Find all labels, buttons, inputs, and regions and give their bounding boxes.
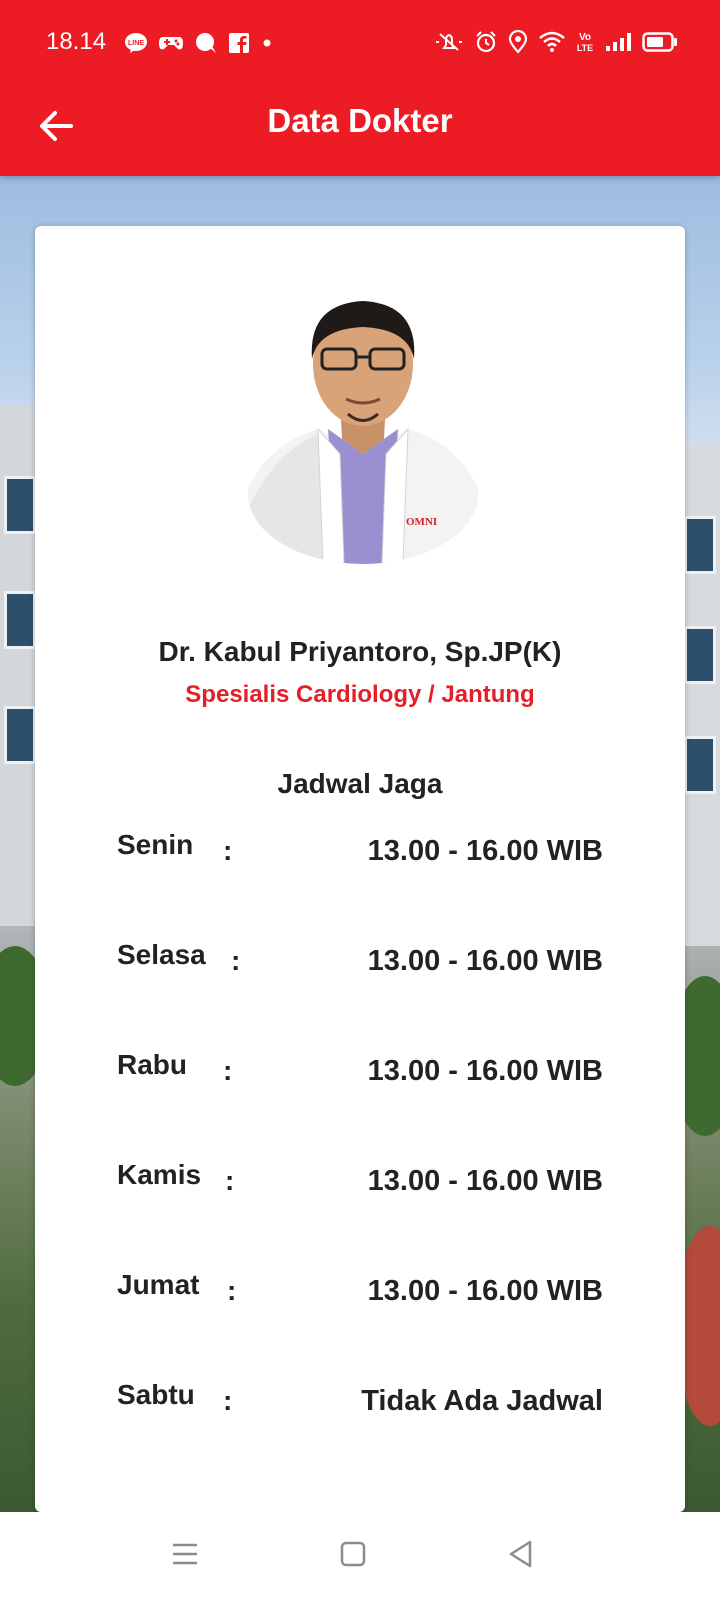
svg-text:Vo: Vo bbox=[579, 32, 591, 43]
schedule-day: Senin bbox=[117, 829, 194, 860]
schedule-row-rabu: Rabu : 13.00 - 16.00 WIB bbox=[35, 1049, 685, 1109]
notification-icons: LINE bbox=[124, 32, 274, 54]
schedule-separator: : bbox=[223, 1385, 233, 1416]
top-bar: 18.14 LINE Vo LTE Data Dokter bbox=[0, 0, 720, 176]
schedule-day: Jumat bbox=[117, 1269, 200, 1300]
schedule-day: Sabtu bbox=[117, 1379, 195, 1410]
window bbox=[4, 476, 36, 534]
system-icons: Vo LTE bbox=[434, 30, 678, 54]
building-left bbox=[0, 406, 40, 926]
schedule-row-selasa: Selasa : 13.00 - 16.00 WIB bbox=[35, 939, 685, 999]
wifi-icon bbox=[538, 31, 566, 53]
location-icon bbox=[508, 30, 528, 54]
schedule-separator: : bbox=[223, 1055, 233, 1086]
schedule-day: Selasa bbox=[117, 939, 206, 970]
schedule-separator: : bbox=[227, 1275, 237, 1306]
battery-icon bbox=[642, 31, 678, 53]
menu-icon bbox=[171, 1541, 199, 1572]
status-bar: 18.14 LINE Vo LTE bbox=[0, 0, 720, 88]
schedule-hours: 13.00 - 16.00 WIB bbox=[367, 835, 603, 867]
building-right bbox=[680, 446, 720, 946]
schedule-row-jumat: Jumat : 13.00 - 16.00 WIB bbox=[35, 1269, 685, 1329]
window bbox=[684, 626, 716, 684]
window bbox=[4, 591, 36, 649]
system-back-button[interactable] bbox=[503, 1538, 539, 1574]
schedule-row-senin: Senin : 13.00 - 16.00 WIB bbox=[35, 829, 685, 889]
signal-icon bbox=[604, 31, 632, 53]
dot-icon bbox=[260, 38, 274, 48]
recent-apps-button[interactable] bbox=[167, 1538, 203, 1574]
window bbox=[684, 516, 716, 574]
window bbox=[4, 706, 36, 764]
schedule-hours: 13.00 - 16.00 WIB bbox=[367, 1165, 603, 1197]
schedule-separator: : bbox=[225, 1165, 235, 1196]
schedule-separator: : bbox=[231, 945, 241, 976]
svg-text:LINE: LINE bbox=[128, 40, 144, 47]
schedule-hours: Tidak Ada Jadwal bbox=[361, 1385, 603, 1417]
schedule-separator: : bbox=[223, 835, 233, 866]
doctor-photo: OMNI bbox=[248, 279, 478, 564]
volte-icon: Vo LTE bbox=[576, 30, 594, 54]
schedule-day: Rabu bbox=[117, 1049, 187, 1080]
schedule-hours: 13.00 - 16.00 WIB bbox=[367, 945, 603, 977]
alarm-icon bbox=[474, 30, 498, 54]
back-triangle-icon bbox=[507, 1539, 535, 1574]
page-title: Data Dokter bbox=[267, 102, 453, 139]
schedule-title: Jadwal Jaga bbox=[277, 768, 443, 799]
doctor-card: OMNI Dr. Kabul Priyantoro, Sp.JP(K) Spes… bbox=[35, 226, 685, 1512]
mute-icon bbox=[434, 30, 464, 54]
home-square-icon bbox=[339, 1540, 367, 1573]
app-bar: Data Dokter bbox=[0, 88, 720, 176]
chat-bubble-icon bbox=[194, 32, 218, 54]
svg-text:LTE: LTE bbox=[577, 43, 593, 53]
system-nav-bar bbox=[0, 1512, 720, 1600]
status-time: 18.14 bbox=[46, 28, 107, 55]
schedule-row-kamis: Kamis : 13.00 - 16.00 WIB bbox=[35, 1159, 685, 1219]
schedule-hours: 13.00 - 16.00 WIB bbox=[367, 1275, 603, 1307]
home-button[interactable] bbox=[335, 1538, 371, 1574]
doctor-name: Dr. Kabul Priyantoro, Sp.JP(K) bbox=[158, 636, 562, 667]
schedule-row-sabtu: Sabtu : Tidak Ada Jadwal bbox=[35, 1379, 685, 1439]
schedule-hours: 13.00 - 16.00 WIB bbox=[367, 1055, 603, 1087]
window bbox=[684, 736, 716, 794]
game-controller-icon bbox=[158, 33, 184, 53]
line-icon: LINE bbox=[124, 32, 148, 54]
doctor-specialty: Spesialis Cardiology / Jantung bbox=[185, 681, 535, 708]
facebook-icon bbox=[228, 32, 250, 54]
schedule-day: Kamis bbox=[117, 1159, 202, 1190]
svg-text:OMNI: OMNI bbox=[406, 516, 437, 528]
